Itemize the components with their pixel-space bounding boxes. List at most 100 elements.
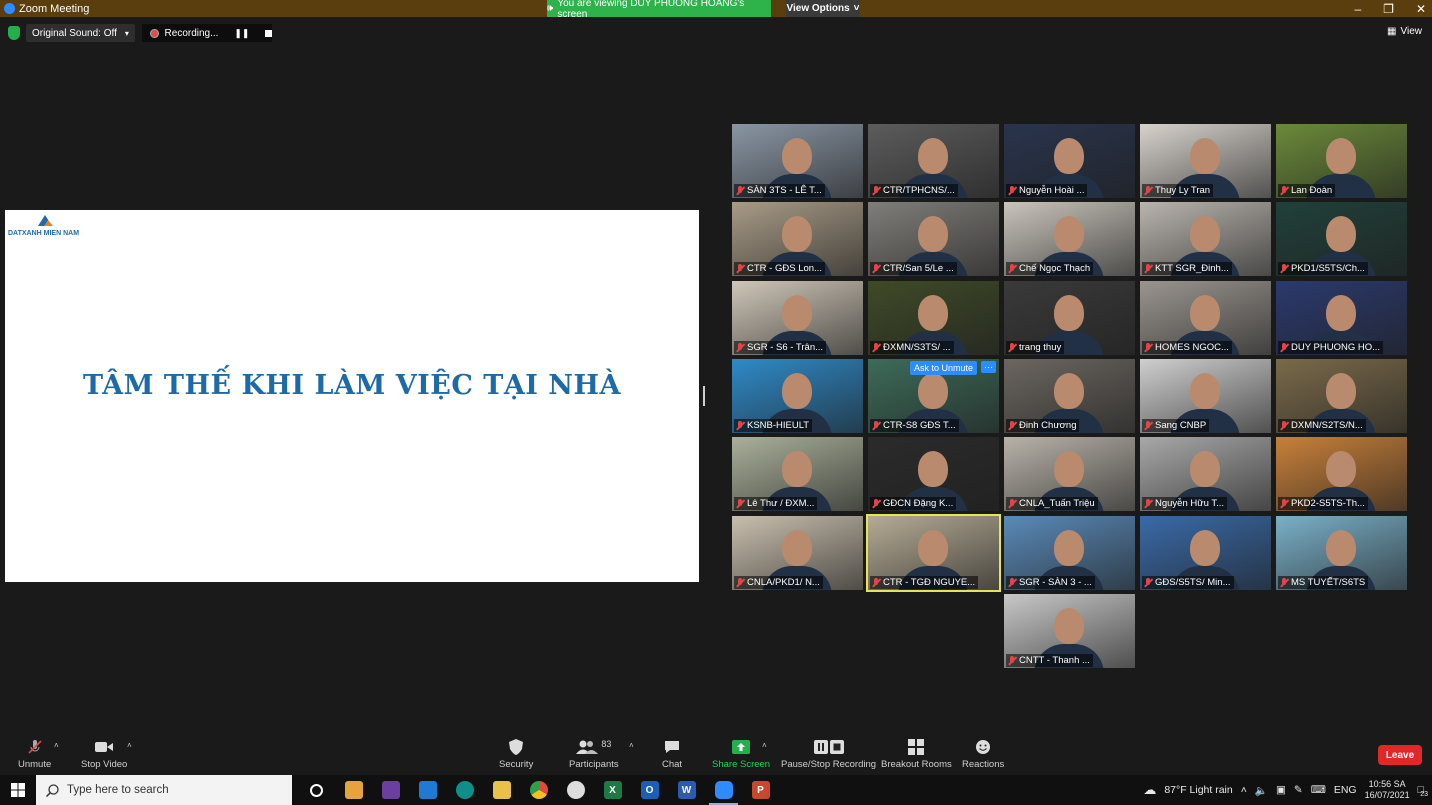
windows-start-icon[interactable] — [0, 775, 36, 805]
unmute-label: Unmute — [18, 759, 52, 770]
outlook-icon[interactable]: O — [631, 775, 668, 805]
participant-tile[interactable]: CTR/San 5/Le ... — [868, 202, 999, 276]
ask-to-unmute-button[interactable]: Ask to Unmute — [910, 361, 978, 375]
zoom-taskbar-icon[interactable] — [705, 775, 742, 805]
restore-button[interactable]: ❐ — [1383, 2, 1394, 16]
participant-tile[interactable]: SÀN 3TS - LÊ T... — [732, 124, 863, 198]
participant-tile[interactable]: Nguyễn Hoài ... — [1004, 124, 1135, 198]
participant-tile[interactable]: Lan Đoàn — [1276, 124, 1407, 198]
muted-microphone-icon — [1280, 577, 1288, 588]
participant-tile[interactable]: KSNB-HIEULT — [732, 359, 863, 433]
participant-tile[interactable]: trang thuy — [1004, 281, 1135, 355]
view-layout-button[interactable]: ▦ View — [1387, 26, 1422, 37]
clock[interactable]: 10:56 SA 16/07/2021 — [1365, 779, 1410, 801]
taskbar-search-input[interactable]: Type here to search — [36, 775, 292, 805]
participant-tile[interactable]: Nguyễn Hữu T... — [1140, 437, 1271, 511]
pause-stop-recording-button[interactable]: Pause/Stop Recording — [781, 739, 876, 770]
weather-text[interactable]: 87°F Light rain — [1164, 784, 1232, 796]
participant-tile[interactable]: MS TUYẾT/S6TS — [1276, 516, 1407, 590]
tile-more-options-button[interactable]: ··· — [981, 361, 996, 373]
cortana-icon[interactable] — [298, 775, 335, 805]
participant-tile[interactable]: Lê Thư / ĐXM... — [732, 437, 863, 511]
view-options-button[interactable]: View Options ˅ — [786, 0, 860, 17]
participant-face — [782, 373, 812, 409]
stop-recording-icon[interactable] — [265, 29, 272, 37]
participant-tile[interactable]: SGR - SÀN 3 - ... — [1004, 516, 1135, 590]
participant-face — [1190, 373, 1220, 409]
keyboard-icon[interactable]: ⌨ — [1311, 784, 1326, 796]
edge-icon[interactable] — [446, 775, 483, 805]
participant-tile[interactable]: CTR - TGĐ NGUYE... — [866, 514, 1001, 592]
app-blue-icon[interactable] — [409, 775, 446, 805]
participant-tile[interactable]: GĐCN Đặng K... — [868, 437, 999, 511]
participant-tile[interactable]: KTT SGR_Đinh... — [1140, 202, 1271, 276]
unmute-button[interactable]: Unmute — [18, 739, 51, 770]
chevron-up-icon[interactable]: ˄ — [1241, 784, 1247, 796]
participant-tile[interactable]: SGR - S6 - Trân... — [732, 281, 863, 355]
participant-tile[interactable]: PKD1/S5TS/Ch... — [1276, 202, 1407, 276]
store-icon[interactable] — [335, 775, 372, 805]
participant-tile[interactable]: ĐXMN/S3TS/ ... — [868, 281, 999, 355]
participant-tile[interactable]: CNLA_Tuấn Triệu — [1004, 437, 1135, 511]
language-indicator[interactable]: ENG — [1334, 784, 1357, 796]
audio-options-caret[interactable]: ˄ — [54, 741, 59, 750]
participant-tile[interactable]: CNLA/PKD1/ N... — [732, 516, 863, 590]
chrome-profile-icon[interactable] — [557, 775, 594, 805]
participant-tile[interactable]: Đinh Chương — [1004, 359, 1135, 433]
chat-button[interactable]: Chat — [662, 739, 682, 770]
volume-icon[interactable]: 🔈 — [1255, 784, 1268, 797]
file-explorer-icon[interactable] — [483, 775, 520, 805]
pause-recording-icon[interactable]: ❚❚ — [234, 28, 249, 39]
network-icon[interactable]: ▣ — [1276, 784, 1286, 796]
minimize-button[interactable]: – — [1354, 2, 1361, 16]
reactions-button[interactable]: Reactions — [962, 739, 1004, 770]
original-sound-toggle[interactable]: Original Sound: Off ▾ — [26, 24, 135, 42]
participant-name: Sang CNBP — [1155, 420, 1207, 431]
participant-tile[interactable]: Thuy Ly Tran — [1140, 124, 1271, 198]
video-options-caret[interactable]: ˄ — [127, 741, 132, 750]
participant-face — [1190, 451, 1220, 487]
participant-tile[interactable]: CTR-S8 GĐS T... Ask to Unmute ··· — [868, 359, 999, 433]
participant-tile[interactable]: Chế Ngọc Thạch — [1004, 202, 1135, 276]
participant-tile[interactable]: CTR - GĐS Lon... — [732, 202, 863, 276]
leave-button[interactable]: Leave — [1378, 745, 1422, 765]
powerpoint-icon[interactable]: P — [742, 775, 779, 805]
participant-tile[interactable]: DUY PHUONG HO... — [1276, 281, 1407, 355]
window-title: Zoom Meeting — [19, 2, 90, 15]
notification-icon[interactable]: □ 23 — [1418, 784, 1428, 798]
participant-face — [1326, 530, 1356, 566]
pen-icon[interactable]: ✎ — [1294, 784, 1303, 796]
participant-tile[interactable]: CTR/TPHCNS/... — [868, 124, 999, 198]
participant-tile[interactable]: PKD2-S5TS-Th... — [1276, 437, 1407, 511]
task-view-icon[interactable] — [372, 775, 409, 805]
participant-name: CTR - GĐS Lon... — [747, 263, 822, 274]
chrome-icon[interactable] — [520, 775, 557, 805]
share-options-caret[interactable]: ˄ — [762, 741, 767, 750]
shared-screen: DATXANH MIEN NAM TÂM THẾ KHI LÀM VIỆC TẠ… — [5, 210, 699, 582]
participant-name-tag: CTR/San 5/Le ... — [870, 262, 957, 275]
shield-icon[interactable] — [8, 26, 20, 40]
muted-microphone-icon — [1280, 420, 1288, 431]
participant-name-tag: GĐS/S5TS/ Min... — [1142, 576, 1234, 589]
participant-face — [782, 295, 812, 331]
participant-name: Đinh Chương — [1019, 420, 1077, 431]
participant-tile[interactable]: GĐS/S5TS/ Min... — [1140, 516, 1271, 590]
word-icon[interactable]: W — [668, 775, 705, 805]
chevron-down-icon[interactable]: ▾ — [125, 29, 129, 38]
participant-tile[interactable]: HOMES NGOC... — [1140, 281, 1271, 355]
participants-button[interactable]: 83 Participants — [569, 739, 619, 770]
close-button[interactable]: ✕ — [1416, 2, 1426, 16]
chat-label: Chat — [662, 759, 683, 770]
security-button[interactable]: Security — [499, 739, 533, 770]
muted-microphone-icon — [1144, 185, 1152, 196]
participant-face — [1326, 451, 1356, 487]
participant-tile[interactable]: Sang CNBP — [1140, 359, 1271, 433]
participant-name-tag: SGR - S6 - Trân... — [734, 341, 827, 354]
excel-icon[interactable]: X — [594, 775, 631, 805]
split-view-handle[interactable] — [703, 386, 705, 406]
breakout-rooms-button[interactable]: Breakout Rooms — [881, 739, 952, 770]
participant-tile[interactable]: CNTT - Thanh ... — [1004, 594, 1135, 668]
participant-tile[interactable]: DXMN/S2TS/N... — [1276, 359, 1407, 433]
participants-options-caret[interactable]: ˄ — [629, 741, 634, 750]
stop-video-button[interactable]: Stop Video — [81, 739, 127, 770]
